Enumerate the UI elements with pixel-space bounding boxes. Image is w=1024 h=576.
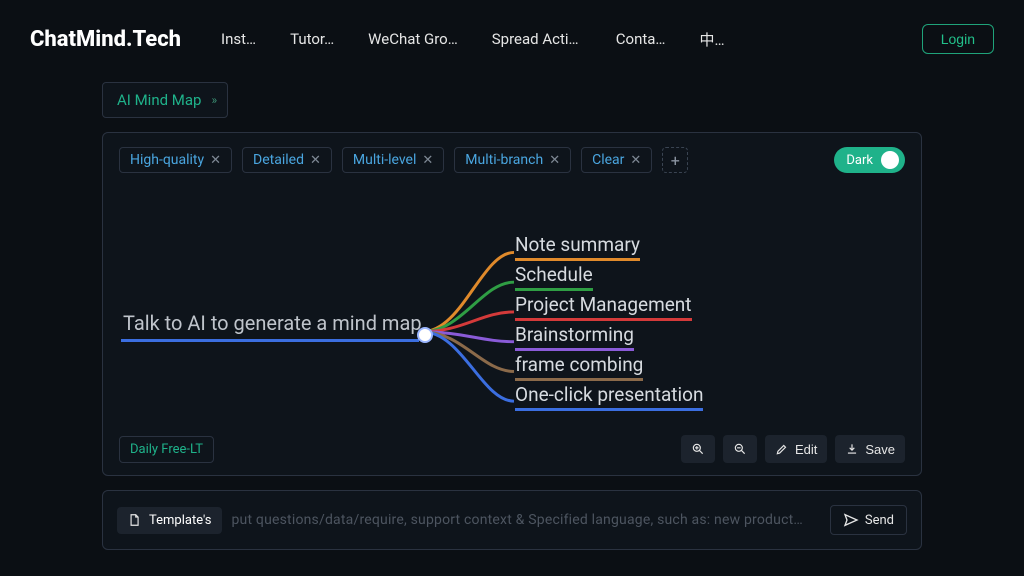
close-icon[interactable]: ✕ <box>210 153 221 168</box>
tag-high-quality[interactable]: High-quality ✕ <box>119 147 232 173</box>
zoom-out-icon <box>733 442 747 456</box>
toggle-knob <box>881 151 899 169</box>
edit-label: Edit <box>795 442 817 457</box>
pencil-icon <box>775 442 789 456</box>
close-icon[interactable]: ✕ <box>310 153 321 168</box>
close-icon[interactable]: ✕ <box>422 153 433 168</box>
zoom-in-icon <box>691 442 705 456</box>
tag-label: High-quality <box>130 152 204 168</box>
tag-multi-level[interactable]: Multi-level ✕ <box>342 147 444 173</box>
toggle-label: Dark <box>846 153 873 168</box>
plan-pill[interactable]: Daily Free-LT <box>119 436 214 463</box>
close-icon[interactable]: ✕ <box>549 153 560 168</box>
nav-item-spread-activity[interactable]: Spread Activ… <box>492 30 582 48</box>
nav: Inst… Tutor… WeChat Gro… Spread Activ… C… <box>221 29 922 50</box>
template-label: Template's <box>149 513 212 528</box>
save-label: Save <box>865 442 895 457</box>
mindmap-canvas[interactable]: Talk to AI to generate a mind map Note s… <box>103 183 921 425</box>
tag-row: High-quality ✕ Detailed ✕ Multi-level ✕ Mul… <box>119 147 688 173</box>
tag-clear[interactable]: Clear ✕ <box>581 147 652 173</box>
zoom-out-button[interactable] <box>723 435 757 463</box>
mindmap-card: High-quality ✕ Detailed ✕ Multi-level ✕ Mul… <box>102 132 922 476</box>
tag-label: Clear <box>592 152 624 168</box>
send-button[interactable]: Send <box>830 505 907 535</box>
input-strip: Template's put questions/data/require, s… <box>102 490 922 550</box>
card-footer: Daily Free-LT Edit Save <box>119 435 905 463</box>
chevron-right-icon: » <box>211 93 213 107</box>
save-button[interactable]: Save <box>835 435 905 463</box>
nav-item-contact[interactable]: Conta… <box>616 30 666 48</box>
document-icon <box>127 513 141 527</box>
send-icon <box>843 512 859 528</box>
add-tag-button[interactable]: + <box>662 147 688 173</box>
zoom-in-button[interactable] <box>681 435 715 463</box>
logo[interactable]: ChatMind.Tech <box>30 27 181 52</box>
download-icon <box>845 442 859 456</box>
mindmap-branches-svg <box>103 183 921 425</box>
tag-multi-branch[interactable]: Multi-branch ✕ <box>454 147 571 173</box>
tag-label: Multi-branch <box>465 152 543 168</box>
edit-button[interactable]: Edit <box>765 435 827 463</box>
template-button[interactable]: Template's <box>117 507 222 534</box>
nav-item-instructions[interactable]: Inst… <box>221 30 256 48</box>
close-icon[interactable]: ✕ <box>630 153 641 168</box>
tag-label: Detailed <box>253 152 304 168</box>
mindmap-center-dot[interactable] <box>417 327 433 343</box>
prompt-placeholder[interactable]: put questions/data/require, support cont… <box>232 512 820 528</box>
nav-item-language[interactable]: 中… <box>699 29 724 50</box>
tab-label: AI Mind Map <box>117 91 201 109</box>
header: ChatMind.Tech Inst… Tutor… WeChat Gro… S… <box>0 0 1024 78</box>
send-label: Send <box>865 513 894 528</box>
nav-item-tutorial[interactable]: Tutor… <box>290 30 334 48</box>
tag-label: Multi-level <box>353 152 416 168</box>
tag-detailed[interactable]: Detailed ✕ <box>242 147 332 173</box>
login-button[interactable]: Login <box>922 24 994 54</box>
tab-ai-mind-map[interactable]: AI Mind Map » <box>102 82 228 118</box>
tab-row: AI Mind Map » <box>0 82 1024 118</box>
nav-item-wechat-group[interactable]: WeChat Gro… <box>368 30 458 48</box>
dark-mode-toggle[interactable]: Dark <box>834 147 905 173</box>
